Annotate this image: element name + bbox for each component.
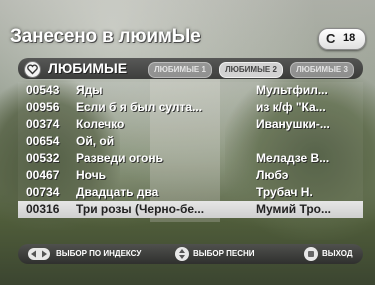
song-number: 00374	[26, 117, 60, 131]
song-row[interactable]: 00543 Яды Мультфил...	[18, 82, 363, 99]
page-title: Занесено в люимЫе	[10, 26, 201, 47]
song-number: 00316	[26, 202, 60, 216]
song-artist: Мультфил...	[256, 83, 328, 97]
favorites-count-badge: C 18	[318, 28, 366, 50]
song-number: 00654	[26, 134, 60, 148]
tab-favorites-1[interactable]: ЛЮБИМЫЕ 1	[148, 62, 212, 78]
song-number: 00543	[26, 83, 60, 97]
song-artist: из к/ф "Ка...	[256, 100, 326, 114]
song-title: Если б я был султа...	[76, 100, 203, 114]
tab-favorites[interactable]: ЛЮБИМЫЕ	[48, 60, 127, 76]
song-number: 00467	[26, 168, 60, 182]
favorites-tabs-bar: ЛЮБИМЫЕ ЛЮБИМЫЕ 1 ЛЮБИМЫЕ 2 ЛЮБИМЫЕ 3	[18, 58, 363, 79]
tab-favorites-2[interactable]: ЛЮБИМЫЕ 2	[219, 62, 283, 78]
karaoke-favorites-screen: Занесено в люимЫе C 18 ЛЮБИМЫЕ ЛЮБИМЫЕ 1…	[0, 0, 375, 285]
song-artist: Меладзе В...	[256, 151, 330, 165]
left-right-arrows-icon	[28, 248, 50, 260]
song-row[interactable]: 00734 Двадцать два Трубач Н.	[18, 184, 363, 201]
song-title: Разведи огонь	[76, 151, 163, 165]
song-row[interactable]: 00532 Разведи огонь Меладзе В...	[18, 150, 363, 167]
song-number: 00956	[26, 100, 60, 114]
song-row-selected[interactable]: 00316 Три розы (Черно-бе... Мумий Тро...	[18, 201, 363, 218]
song-artist: Трубач Н.	[256, 185, 313, 199]
song-artist: Мумий Тро...	[256, 202, 332, 216]
song-title: Ой, ой	[76, 134, 115, 148]
heart-icon	[24, 61, 41, 78]
song-number: 00532	[26, 151, 60, 165]
song-title: Яды	[76, 83, 103, 97]
song-artist: Любэ	[256, 168, 289, 182]
song-artist: Иванушки-...	[256, 117, 330, 131]
song-title: Три розы (Черно-бе...	[76, 202, 205, 216]
song-title: Двадцать два	[76, 185, 159, 199]
song-title: Колечко	[76, 117, 125, 131]
up-down-arrows-icon	[175, 247, 189, 261]
song-row[interactable]: 00956 Если б я был султа... из к/ф "Ка..…	[18, 99, 363, 116]
song-row[interactable]: 00654 Ой, ой	[18, 133, 363, 150]
tab-favorites-3[interactable]: ЛЮБИМЫЕ 3	[290, 62, 354, 78]
count-letter: C	[326, 31, 336, 46]
hint-select-by-index: ВЫБОР ПО ИНДЕКСУ	[56, 249, 142, 258]
song-row[interactable]: 00467 Ночь Любэ	[18, 167, 363, 184]
hint-select-song: ВЫБОР ПЕСНИ	[193, 249, 255, 258]
favorites-count: 18	[343, 32, 356, 44]
song-number: 00734	[26, 185, 60, 199]
controls-hint-bar: ВЫБОР ПО ИНДЕКСУ ВЫБОР ПЕСНИ ВЫХОД	[18, 244, 363, 264]
ok-square-icon	[304, 247, 318, 261]
song-title: Ночь	[76, 168, 107, 182]
hint-exit: ВЫХОД	[322, 249, 353, 258]
song-list: 00543 Яды Мультфил... 00956 Если б я был…	[18, 82, 363, 218]
song-row[interactable]: 00374 Колечко Иванушки-...	[18, 116, 363, 133]
